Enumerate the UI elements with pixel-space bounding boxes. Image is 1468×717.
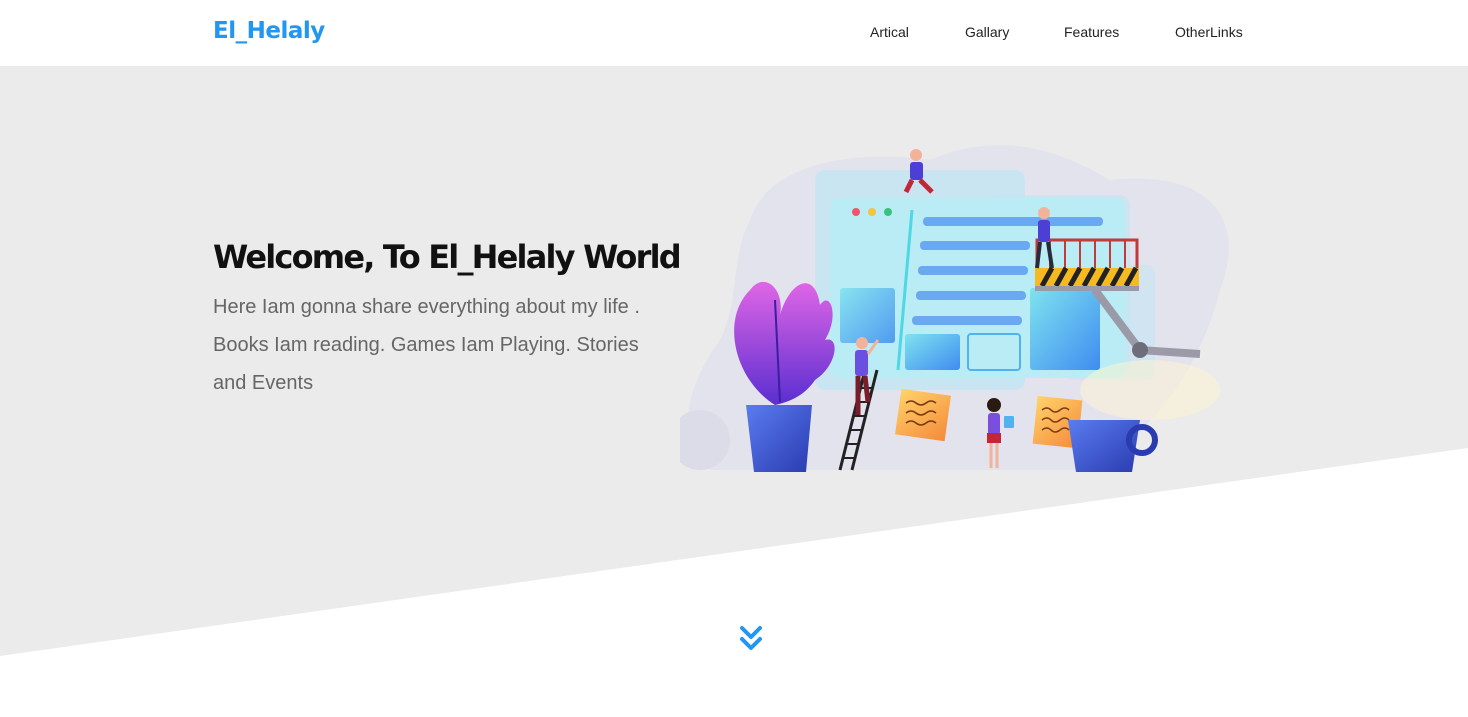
hero-description: Here Iam gonna share everything about my…	[213, 296, 640, 394]
hero-title: Welcome, To El_Helaly World	[213, 238, 682, 276]
nav-link-artical[interactable]: Artical	[870, 24, 909, 40]
nav-link-otherlinks[interactable]: OtherLinks	[1175, 24, 1243, 40]
main-nav: Artical Gallary Features OtherLinks	[0, 24, 1468, 44]
hero-illustration	[680, 145, 1229, 472]
nav-link-gallary[interactable]: Gallary	[965, 24, 1009, 40]
nav-link-features[interactable]: Features	[1064, 24, 1119, 40]
site-header: El_Helaly Artical Gallary Features Other…	[0, 0, 1468, 66]
double-chevron-down-icon[interactable]	[738, 624, 764, 654]
